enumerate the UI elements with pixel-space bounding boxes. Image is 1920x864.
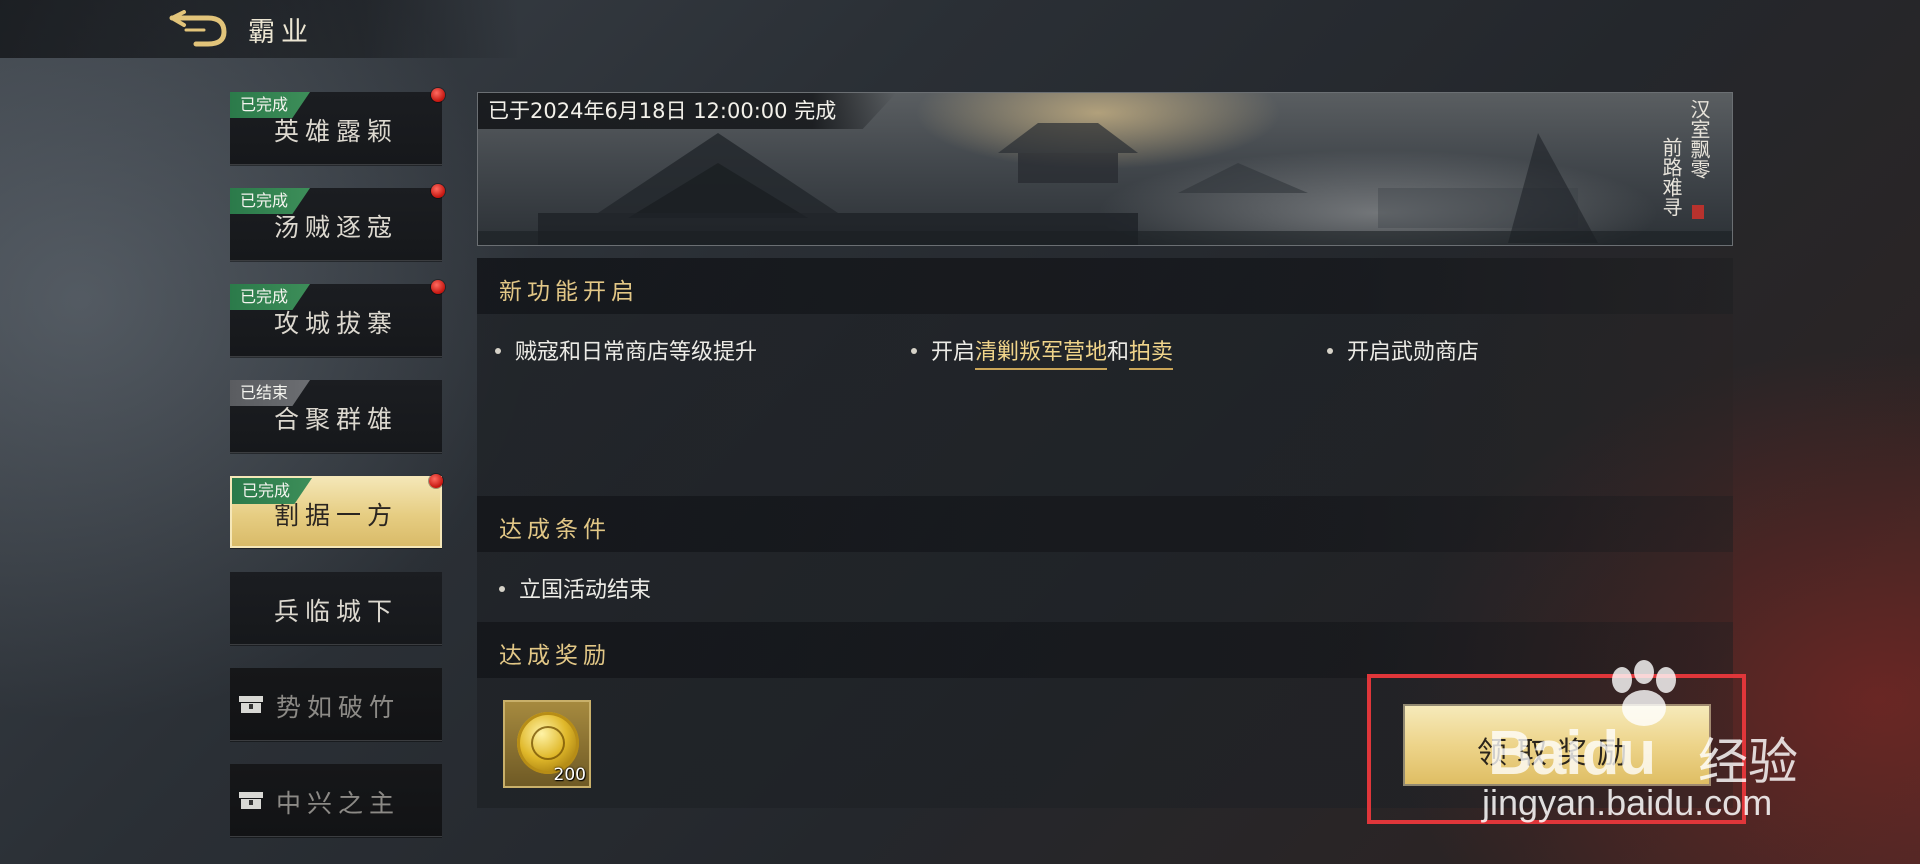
lock-chest-icon: [239, 696, 263, 713]
feature-item: 开启清剿叛军营地和拍卖: [911, 334, 1174, 370]
red-seal: [1692, 205, 1704, 219]
sidebar-item-hejuqunxiong[interactable]: 合聚群雄 已结束: [230, 380, 442, 453]
page-title: 霸业: [248, 17, 314, 48]
condition-item: 立国活动结束: [499, 572, 651, 604]
link-auction[interactable]: 拍卖: [1129, 340, 1174, 370]
section-conditions-body: 立国活动结束: [477, 552, 1733, 622]
notification-dot: [429, 474, 443, 488]
poem-line-right: 汉室飘零: [1687, 99, 1711, 179]
section-title: 新功能开启: [499, 279, 639, 305]
watermark-url: jingyan.baidu.com: [1482, 782, 1773, 823]
back-button[interactable]: [168, 10, 228, 50]
bullet-dot: [499, 586, 505, 592]
feature-item: 贼寇和日常商店等级提升: [495, 334, 757, 366]
sidebar-item-binglinchengxia[interactable]: 兵临城下: [230, 572, 442, 645]
watermark-brand: Baidu: [1488, 719, 1656, 788]
sidebar-item-tangzeizhukou[interactable]: 汤贼逐寇 已完成: [230, 184, 445, 261]
sidebar-item-gongchengbazhai[interactable]: 攻城拔寨 已完成: [230, 280, 445, 357]
sidebar-item-yingxiongluying[interactable]: 英雄露颖 已完成: [230, 88, 445, 165]
poem-line-left: 前路难寻: [1659, 137, 1683, 217]
bullet-dot: [911, 348, 917, 354]
sidebar-item-label: 兵临城下: [273, 597, 398, 626]
sidebar-item-label: 势如破竹: [276, 693, 401, 722]
back-arrow-icon: [169, 10, 227, 47]
sidebar-item-label: 中兴之主: [276, 789, 401, 818]
top-bar: 霸业: [0, 0, 520, 58]
reward-item[interactable]: 200: [503, 700, 591, 788]
notification-dot: [431, 88, 445, 102]
completion-time: 已于2024年6月18日 12:00:00 完成: [478, 93, 897, 129]
section-title: 达成奖励: [499, 643, 611, 669]
chapter-banner: 已于2024年6月18日 12:00:00 完成 汉室飘零 前路难寻: [477, 92, 1733, 246]
sidebar-item-zhongxingzhizhu[interactable]: 中兴之主: [230, 764, 442, 837]
baidu-watermark: Baidu 经验 jingyan.baidu.com: [1470, 660, 1850, 830]
bullet-dot: [495, 348, 501, 354]
lock-chest-icon: [239, 792, 263, 809]
notification-dot: [431, 184, 445, 198]
sidebar-item-gejuyifang[interactable]: 割据一方 已完成: [230, 474, 443, 548]
sidebar-item-shirupozhu[interactable]: 势如破竹: [230, 668, 442, 741]
bullet-dot: [1327, 348, 1333, 354]
notification-dot: [431, 280, 445, 294]
section-title: 达成条件: [499, 517, 611, 543]
link-rebel-camp[interactable]: 清剿叛军营地: [975, 340, 1108, 370]
reward-count: 200: [553, 765, 586, 785]
feature-item: 开启武勋商店: [1327, 334, 1479, 366]
section-new-features-body: 贼寇和日常商店等级提升 开启清剿叛军营地和拍卖 开启武勋商店: [477, 314, 1733, 496]
section-conditions-header: 达成条件: [477, 496, 1733, 552]
section-new-features-header: 新功能开启: [477, 258, 1733, 314]
